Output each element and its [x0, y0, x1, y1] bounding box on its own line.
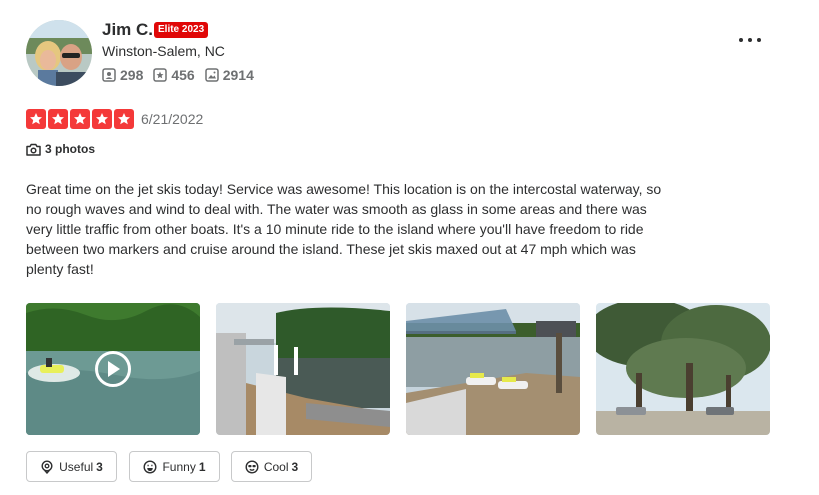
- review-text: Great time on the jet skis today! Servic…: [26, 181, 662, 277]
- friends-stat: 298: [102, 67, 143, 83]
- review-photo-jet-skis[interactable]: [406, 303, 580, 435]
- laugh-icon: [143, 459, 157, 474]
- star-icon: [26, 109, 46, 129]
- user-location: Winston-Salem, NC: [102, 43, 225, 59]
- photos-link-label: 3 photos: [45, 142, 95, 156]
- photos-count: 2914: [222, 67, 254, 83]
- photos-stat: 2914: [204, 67, 254, 83]
- useful-label: Useful: [59, 459, 94, 474]
- play-icon[interactable]: [95, 351, 131, 387]
- star-icon: [48, 109, 68, 129]
- review-date: 6/21/2022: [141, 111, 204, 127]
- cool-button[interactable]: Cool 3: [231, 451, 312, 482]
- useful-button[interactable]: Useful 3: [26, 451, 117, 482]
- more-dot: [757, 38, 761, 42]
- user-avatar[interactable]: [26, 20, 92, 86]
- funny-label: Funny: [162, 459, 196, 474]
- review-photo-dock[interactable]: [216, 303, 390, 435]
- useful-count: 3: [96, 459, 103, 474]
- more-options-button[interactable]: [737, 27, 763, 53]
- lightbulb-icon: [41, 459, 53, 474]
- cool-count: 3: [291, 459, 299, 474]
- reviews-count: 456: [171, 67, 195, 83]
- funny-button[interactable]: Funny 1: [129, 451, 220, 482]
- cool-label: Cool: [263, 459, 289, 474]
- more-dot: [748, 38, 752, 42]
- funny-count: 1: [198, 459, 206, 474]
- review-video-thumbnail[interactable]: [26, 303, 200, 435]
- friends-count: 298: [120, 67, 144, 83]
- review-photo-trees[interactable]: [596, 303, 770, 435]
- camera-icon: [26, 143, 41, 156]
- cool-icon: [245, 459, 259, 474]
- star-rating: [26, 109, 136, 129]
- reviews-star-icon: [153, 68, 168, 82]
- more-dot: [739, 38, 743, 42]
- user-name[interactable]: Jim C.: [102, 20, 153, 40]
- reviews-stat: 456: [153, 67, 195, 83]
- star-icon: [92, 109, 112, 129]
- elite-badge[interactable]: Elite 2023: [154, 22, 209, 38]
- user-stats: 298 456 2914: [102, 67, 264, 83]
- friends-icon: [102, 68, 116, 82]
- photos-link[interactable]: 3 photos: [26, 142, 95, 156]
- star-icon: [70, 109, 90, 129]
- photos-icon: [204, 68, 219, 82]
- star-icon: [114, 109, 134, 129]
